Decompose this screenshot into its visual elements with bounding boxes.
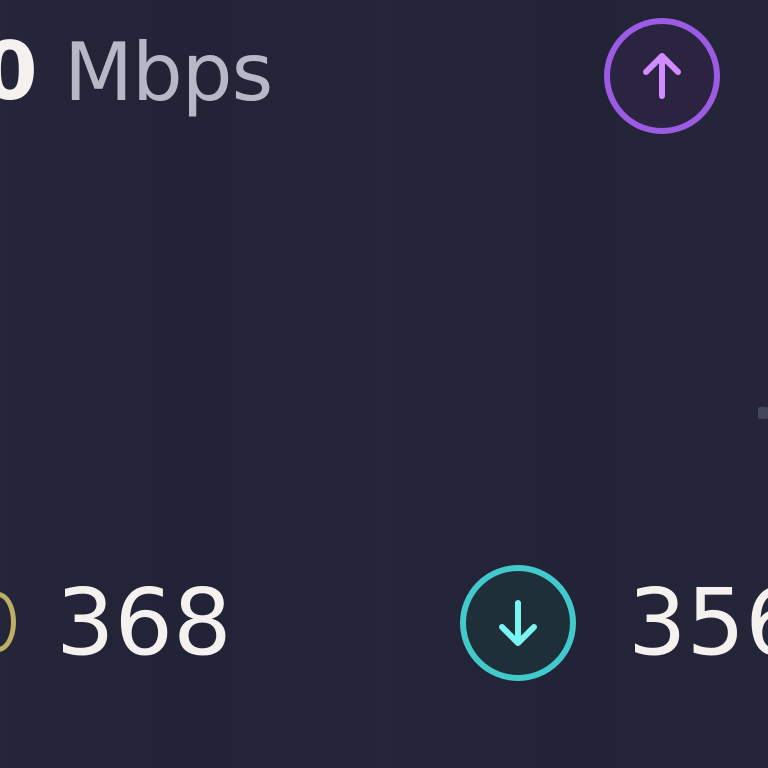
metric-value-right: 356 — [628, 569, 768, 676]
download-icon — [460, 565, 576, 681]
speed-value-fragment: 0 — [0, 34, 38, 110]
edge-indicator — [758, 407, 768, 419]
metric-value-left: 368 — [56, 569, 232, 676]
upload-icon — [604, 18, 720, 134]
status-icon — [0, 592, 16, 652]
speed-unit-label: Mbps — [64, 26, 273, 119]
